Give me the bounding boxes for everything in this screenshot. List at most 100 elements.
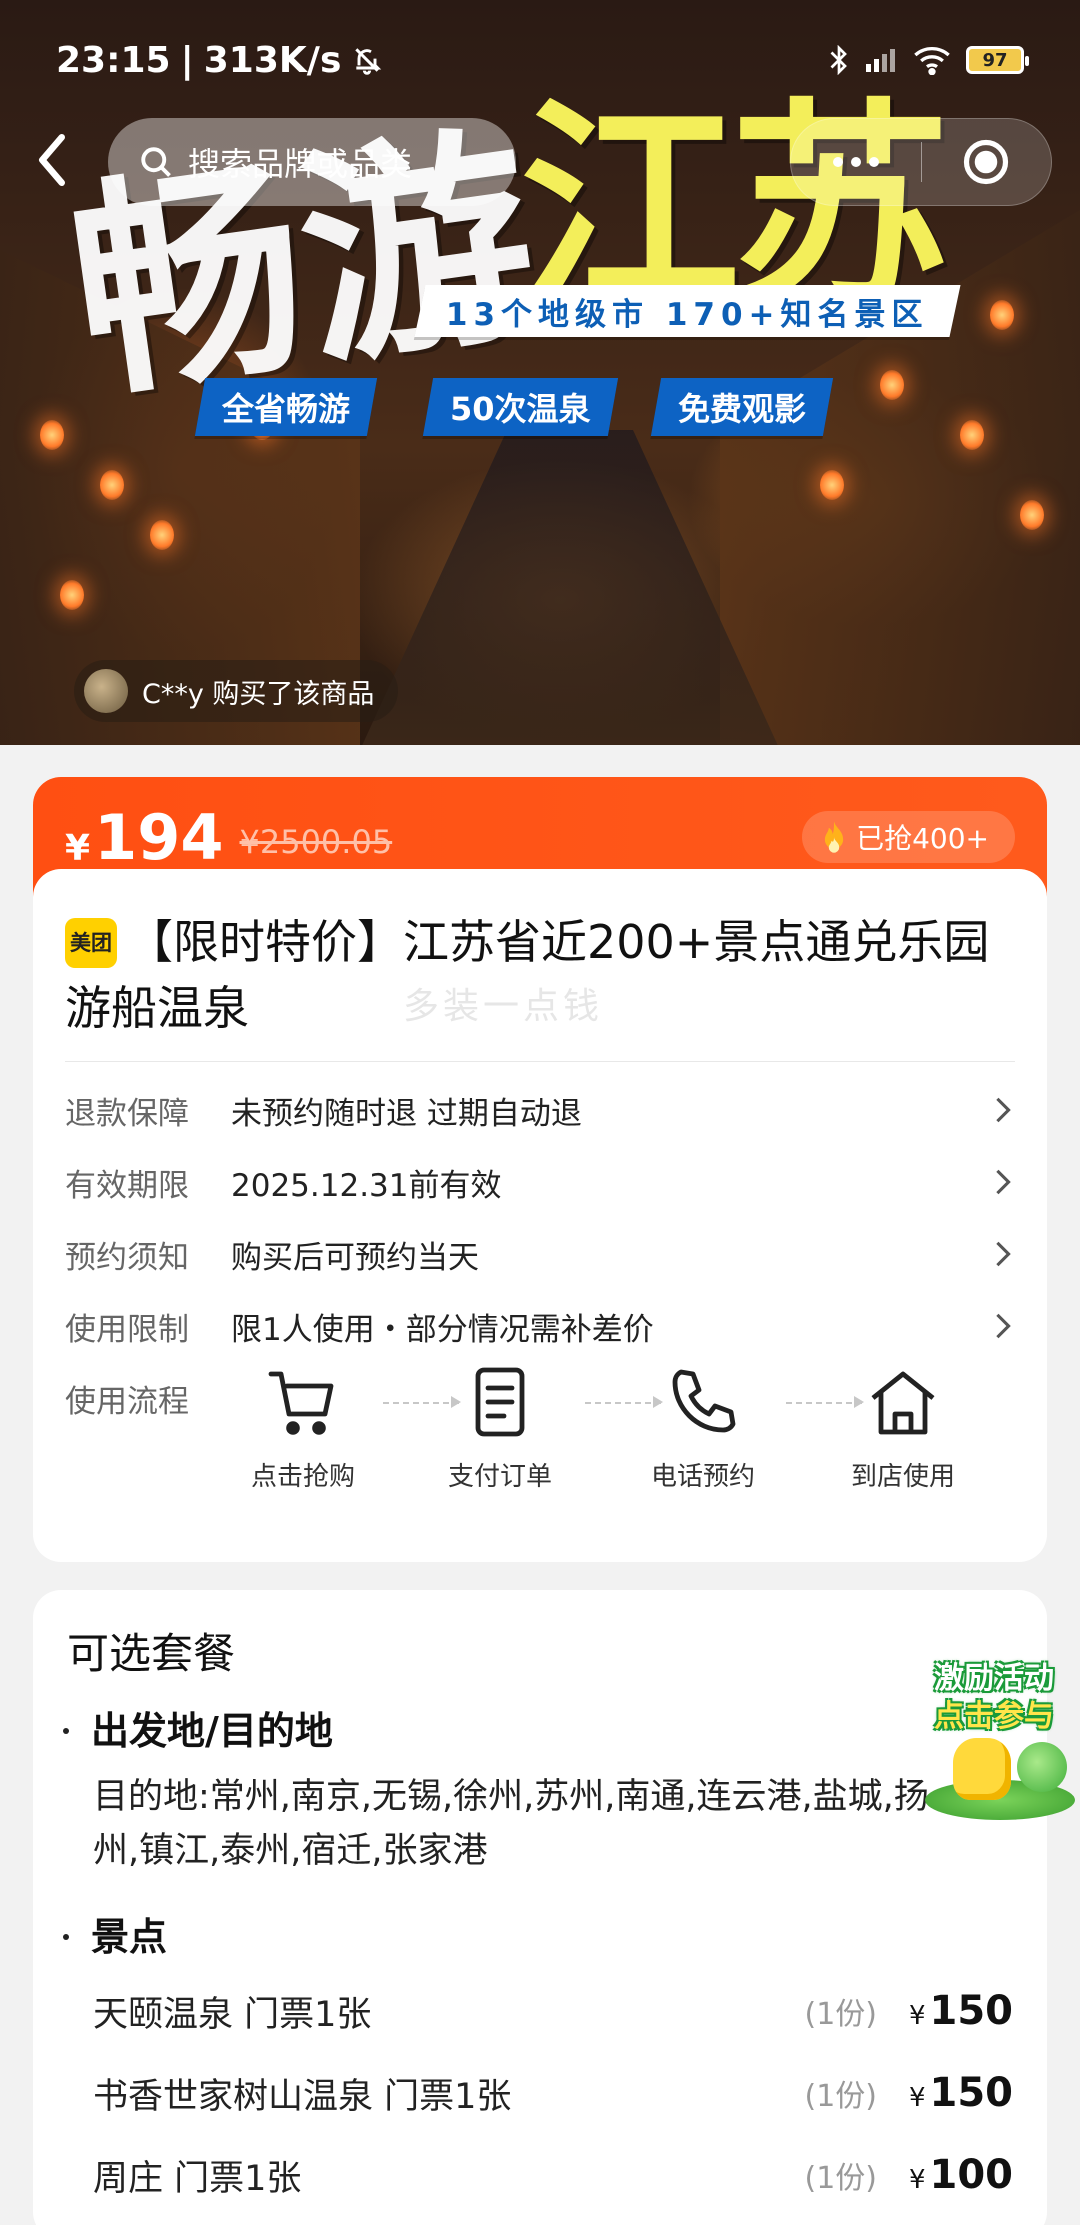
mascot-icon (953, 1738, 1011, 1800)
target-circle-icon (964, 139, 1009, 185)
package-item-qty: (1份) (804, 2079, 878, 2114)
lantern (960, 420, 984, 450)
flow-step-label: 点击抢购 (250, 1462, 355, 1492)
package-item-name: 周庄 门票1张 (93, 2158, 302, 2199)
info-key: 预约须知 (65, 1239, 189, 1276)
hero-subtitle-text: 13个地级市 170+知名景区 (446, 296, 929, 333)
lantern (150, 520, 174, 550)
sold-count-badge: 已抢400+ (802, 811, 1015, 863)
section-spots-label: 景点 (91, 1915, 168, 1959)
battery-level: 97 (982, 49, 1008, 71)
bluetooth-icon (830, 45, 847, 75)
chevron-left-icon (39, 134, 65, 186)
product-page: 畅游 江苏 13个地级市 170+知名景区 全省畅游 50次温泉 免费观影 23… (0, 0, 1080, 2225)
lantern (820, 470, 844, 500)
info-key: 退款保障 (65, 1095, 189, 1132)
package-item-price: ¥100 (903, 2152, 1013, 2198)
original-price: ¥2500.05 (239, 823, 393, 861)
chevron-right-icon (996, 1241, 1011, 1267)
chevron-right-icon (996, 1313, 1011, 1339)
chevron-right-icon (996, 1097, 1011, 1123)
status-time: 23:15 (56, 39, 171, 81)
phone-icon (672, 1369, 736, 1433)
lantern (880, 370, 904, 400)
info-row-validity[interactable]: 有效期限 2025.12.31前有效 (33, 1146, 1047, 1218)
packages-card: 可选套餐 出发地/目的地 目的地:常州,南京,无锡,徐州,苏州,南通,连云港,盐… (33, 1590, 1047, 2225)
back-button[interactable] (26, 130, 78, 190)
search-icon (141, 147, 171, 177)
battery-icon: 97 (966, 46, 1029, 74)
hero-subtitle: 13个地级市 170+知名景区 (414, 285, 961, 337)
flow-step-pay: 支付订单 (430, 1362, 570, 1493)
package-item-name: 天颐温泉 门票1张 (93, 1994, 372, 2035)
buyer-notice-text: C**y 购买了该商品 (142, 678, 375, 710)
package-item-price: ¥150 (903, 2070, 1013, 2116)
currency-symbol: ¥ (908, 2165, 926, 2195)
hero-tag-text: 免费观影 (678, 390, 807, 428)
usage-flow: 使用流程 点击抢购 支付订单 电话预约 到店使用 (33, 1362, 1047, 1512)
package-item-qty: (1份) (804, 1997, 878, 2032)
mute-bell-icon (355, 48, 382, 75)
section-destination-label: 出发地/目的地 (91, 1709, 333, 1753)
more-button[interactable] (791, 157, 921, 167)
currency-symbol: ¥ (908, 2083, 926, 2113)
info-row-refund[interactable]: 退款保障 未预约随时退 过期自动退 (33, 1074, 1047, 1146)
info-value: 未预约随时退 过期自动退 (231, 1095, 582, 1132)
package-item[interactable]: 周庄 门票1张 (1份) ¥100 (93, 2145, 1013, 2205)
avatar (84, 669, 128, 713)
more-dot-icon (868, 157, 879, 167)
promo-text: 激励活动 点击参与 (909, 1660, 1079, 1736)
price-card: ¥ 194 ¥2500.05 已抢400+ 美团 【限时特价】江苏省近200+景点… (33, 777, 1047, 1562)
chevron-right-icon (996, 1169, 1011, 1195)
buyer-notice: C**y 购买了该商品 (74, 660, 399, 722)
search-input[interactable]: 搜索品牌或品类 (108, 118, 516, 206)
close-mini-program-button[interactable] (922, 136, 1052, 188)
info-value: 2025.12.31前有效 (231, 1167, 502, 1204)
package-item-price: ¥150 (903, 1988, 1013, 2034)
package-item-name: 书香世家树山温泉 门票1张 (93, 2076, 512, 2117)
status-right: 97 (828, 45, 1029, 75)
hero-canal (360, 430, 780, 745)
flow-step-call: 电话预约 (633, 1362, 773, 1493)
info-row-restriction[interactable]: 使用限制 限1人使用・部分情况需补差价 (33, 1290, 1047, 1362)
status-left: 23:15 | 313K/s (56, 40, 383, 81)
document-icon (475, 1367, 525, 1437)
watermark: 多装一点钱 (403, 986, 604, 1027)
promo-line-1: 激励活动 (934, 1661, 1054, 1696)
info-key: 使用限制 (65, 1311, 189, 1348)
home-icon (871, 1371, 935, 1435)
promo-activity-button[interactable]: 激励活动 点击参与 (905, 1650, 1080, 1825)
bullet-icon (63, 1934, 69, 1940)
info-value: 限1人使用・部分情况需补差价 (231, 1311, 654, 1348)
lantern (100, 470, 124, 500)
currency-symbol: ¥ (65, 827, 91, 869)
status-bar: 23:15 | 313K/s 97 (0, 0, 1080, 120)
info-row-booking[interactable]: 预约须知 购买后可预约当天 (33, 1218, 1047, 1290)
package-item[interactable]: 书香世家树山温泉 门票1张 (1份) ¥150 (93, 2063, 1013, 2123)
cart-icon (268, 1371, 334, 1435)
tree-icon (1017, 1742, 1067, 1792)
search-placeholder: 搜索品牌或品类 (188, 145, 413, 183)
wifi-icon (914, 47, 950, 75)
section-spots: 景点 (63, 1906, 167, 1961)
package-item[interactable]: 天颐温泉 门票1张 (1份) ¥150 (93, 1981, 1013, 2041)
sold-count-text: 已抢400+ (856, 822, 989, 855)
flow-step-label: 到店使用 (850, 1462, 955, 1492)
info-value: 购买后可预约当天 (231, 1239, 479, 1276)
flame-icon (824, 821, 844, 853)
product-details: 美团 【限时特价】江苏省近200+景点通兑乐园游船温泉 多装一点钱 退款保障 未预… (33, 869, 1047, 1534)
meituan-badge: 美团 (65, 918, 117, 968)
package-item-price-value: 100 (929, 2152, 1014, 2198)
hero-tag-text: 全省畅游 (222, 390, 351, 428)
lantern (1020, 500, 1044, 530)
info-key: 使用流程 (65, 1384, 189, 1420)
more-dot-icon (850, 157, 861, 167)
flow-step-buy: 点击抢购 (233, 1362, 373, 1493)
lantern (40, 420, 64, 450)
flow-steps: 点击抢购 支付订单 电话预约 到店使用 (233, 1362, 1023, 1512)
status-separator: | (180, 39, 194, 81)
more-dot-icon (832, 157, 843, 167)
lantern (60, 580, 84, 610)
hero-tag-3: 免费观影 (650, 378, 834, 436)
mini-program-capsule (790, 118, 1052, 206)
